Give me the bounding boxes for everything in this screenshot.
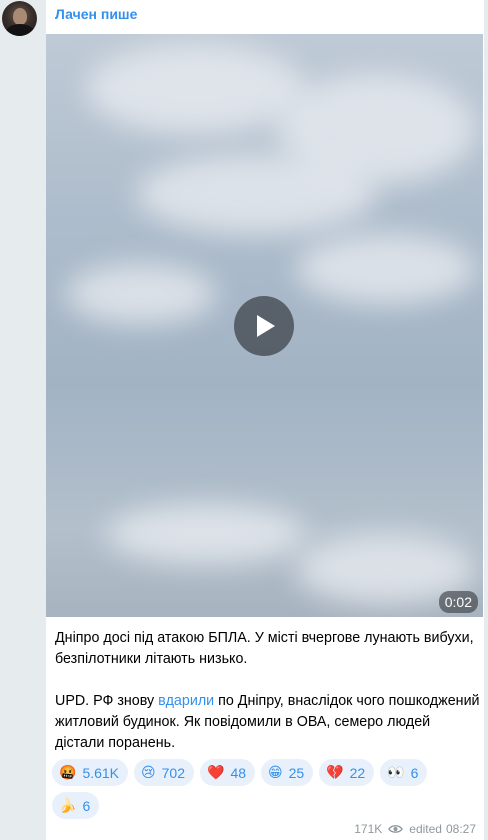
reaction-chip[interactable]: 🍌 6 (52, 792, 100, 819)
reaction-chip[interactable]: 😁 25 (261, 759, 314, 786)
reaction-count: 5.61K (82, 764, 120, 781)
cloud-shape (86, 44, 306, 134)
crying-face-icon: 😢 (141, 764, 156, 781)
post-paragraph: Дніпро досі під атакою БПЛА. У місті вче… (55, 630, 474, 667)
post-paragraph: UPD. РФ знову вдарили по Дніпру, внаслід… (55, 691, 480, 754)
play-button[interactable] (234, 296, 294, 356)
reaction-chip[interactable]: 🤬 5.61K (52, 759, 129, 786)
avatar-shoulders (6, 24, 34, 36)
cloud-shape (296, 234, 476, 304)
view-count: 171K (354, 822, 383, 836)
author-name[interactable]: Лачен пише (55, 6, 137, 22)
reaction-count: 22 (349, 764, 366, 781)
post-text: Дніпро досі під атакою БПЛА. У місті вче… (55, 628, 480, 754)
broken-heart-icon: 💔 (326, 764, 344, 781)
reaction-chip[interactable]: 👀 6 (380, 759, 428, 786)
video-preview[interactable]: 0:02 (46, 34, 483, 617)
banana-icon: 🍌 (59, 797, 77, 814)
cloud-shape (136, 154, 376, 234)
angry-face-icon: 🤬 (59, 764, 77, 781)
grinning-face-icon: 😁 (268, 764, 283, 781)
message-meta: 171K edited 08:27 (354, 822, 476, 836)
post-text-part: UPD. РФ знову (55, 693, 159, 709)
message-bubble: Лачен пише 0:02 Дніпро досі під атакою Б… (46, 0, 484, 840)
reaction-count: 6 (82, 797, 91, 814)
reactions-bar: 🤬 5.61K 😢 702 ❤️ 48 😁 25 💔 22 👀 6 🍌 6 (52, 759, 472, 819)
edited-label: edited (409, 822, 442, 836)
cloud-shape (106, 504, 306, 564)
avatar-face (13, 8, 27, 25)
eyes-icon: 👀 (387, 764, 405, 781)
reaction-count: 6 (410, 764, 419, 781)
red-heart-icon: ❤️ (207, 764, 225, 781)
reaction-count: 48 (230, 764, 247, 781)
reaction-chip[interactable]: 💔 22 (319, 759, 375, 786)
eye-icon (388, 825, 404, 833)
message-time: 08:27 (445, 822, 476, 836)
post-link[interactable]: вдарили (158, 693, 214, 709)
reaction-count: 702 (161, 764, 185, 781)
channel-avatar[interactable] (2, 1, 37, 36)
reaction-count: 25 (288, 764, 305, 781)
video-duration: 0:02 (438, 591, 478, 613)
reaction-chip[interactable]: 😢 702 (134, 759, 194, 786)
reaction-chip[interactable]: ❤️ 48 (200, 759, 256, 786)
cloud-shape (66, 264, 216, 324)
